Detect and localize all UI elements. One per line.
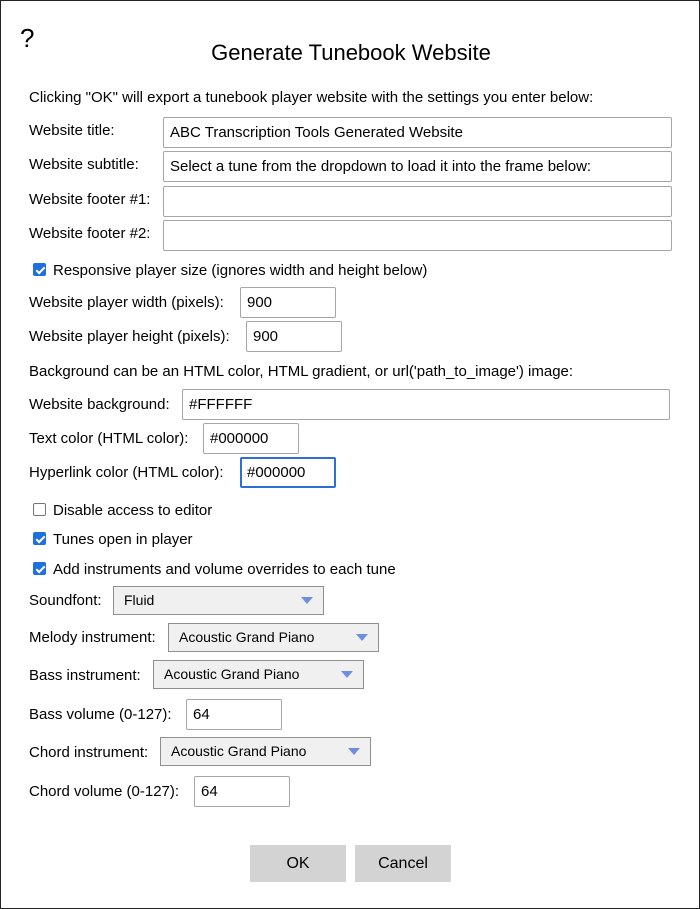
bass-volume-input[interactable] — [186, 699, 282, 730]
hyperlink-color-label: Hyperlink color (HTML color): — [29, 464, 224, 481]
bass-instrument-label: Bass instrument: — [29, 667, 141, 684]
footer1-label: Website footer #1: — [29, 191, 151, 208]
footer2-label: Website footer #2: — [29, 225, 151, 242]
disable-editor-checkbox[interactable] — [33, 503, 46, 516]
add-instruments-checkbox[interactable] — [33, 562, 46, 575]
responsive-label: Responsive player size (ignores width an… — [53, 262, 428, 279]
open-in-player-checkbox[interactable] — [33, 532, 46, 545]
generate-website-dialog: ? Generate Tunebook Website Clicking "OK… — [0, 0, 700, 909]
bass-volume-label: Bass volume (0-127): — [29, 706, 172, 723]
add-instruments-label: Add instruments and volume overrides to … — [53, 561, 396, 578]
melody-instrument-selected-value: Acoustic Grand Piano — [179, 629, 315, 645]
background-note: Background can be an HTML color, HTML gr… — [29, 363, 574, 380]
footer2-input[interactable] — [163, 220, 672, 251]
website-title-input[interactable] — [163, 117, 672, 148]
soundfont-label: Soundfont: — [29, 592, 102, 609]
chevron-down-icon — [356, 634, 368, 641]
soundfont-select[interactable]: Fluid — [113, 586, 324, 615]
footer1-input[interactable] — [163, 186, 672, 217]
background-label: Website background: — [29, 396, 170, 413]
player-height-label: Website player height (pixels): — [29, 328, 230, 345]
player-width-input[interactable] — [240, 287, 336, 318]
bass-instrument-selected-value: Acoustic Grand Piano — [164, 666, 300, 682]
chord-volume-label: Chord volume (0-127): — [29, 783, 180, 800]
chord-volume-input[interactable] — [194, 776, 290, 807]
melody-instrument-select[interactable]: Acoustic Grand Piano — [168, 623, 379, 652]
text-color-input[interactable] — [203, 423, 299, 454]
chevron-down-icon — [348, 748, 360, 755]
dialog-title: Generate Tunebook Website — [211, 40, 491, 65]
intro-text: Clicking "OK" will export a tunebook pla… — [29, 89, 594, 106]
background-input[interactable] — [182, 389, 670, 420]
player-width-label: Website player width (pixels): — [29, 294, 224, 311]
website-subtitle-input[interactable] — [163, 151, 672, 182]
chevron-down-icon — [301, 597, 313, 604]
melody-instrument-label: Melody instrument: — [29, 629, 156, 646]
disable-editor-label: Disable access to editor — [53, 502, 213, 519]
cancel-button[interactable]: Cancel — [355, 845, 451, 882]
open-in-player-label: Tunes open in player — [53, 531, 193, 548]
chord-instrument-label: Chord instrument: — [29, 744, 149, 761]
responsive-checkbox[interactable] — [33, 263, 46, 276]
hyperlink-color-input[interactable] — [240, 457, 336, 488]
bass-instrument-select[interactable]: Acoustic Grand Piano — [153, 660, 364, 689]
soundfont-selected-value: Fluid — [124, 592, 155, 608]
website-subtitle-label: Website subtitle: — [29, 156, 139, 173]
ok-button[interactable]: OK — [250, 845, 346, 882]
text-color-label: Text color (HTML color): — [29, 430, 189, 447]
chord-instrument-selected-value: Acoustic Grand Piano — [171, 743, 307, 759]
chord-instrument-select[interactable]: Acoustic Grand Piano — [160, 737, 371, 766]
player-height-input[interactable] — [246, 321, 342, 352]
chevron-down-icon — [341, 671, 353, 678]
website-title-label: Website title: — [29, 122, 115, 139]
